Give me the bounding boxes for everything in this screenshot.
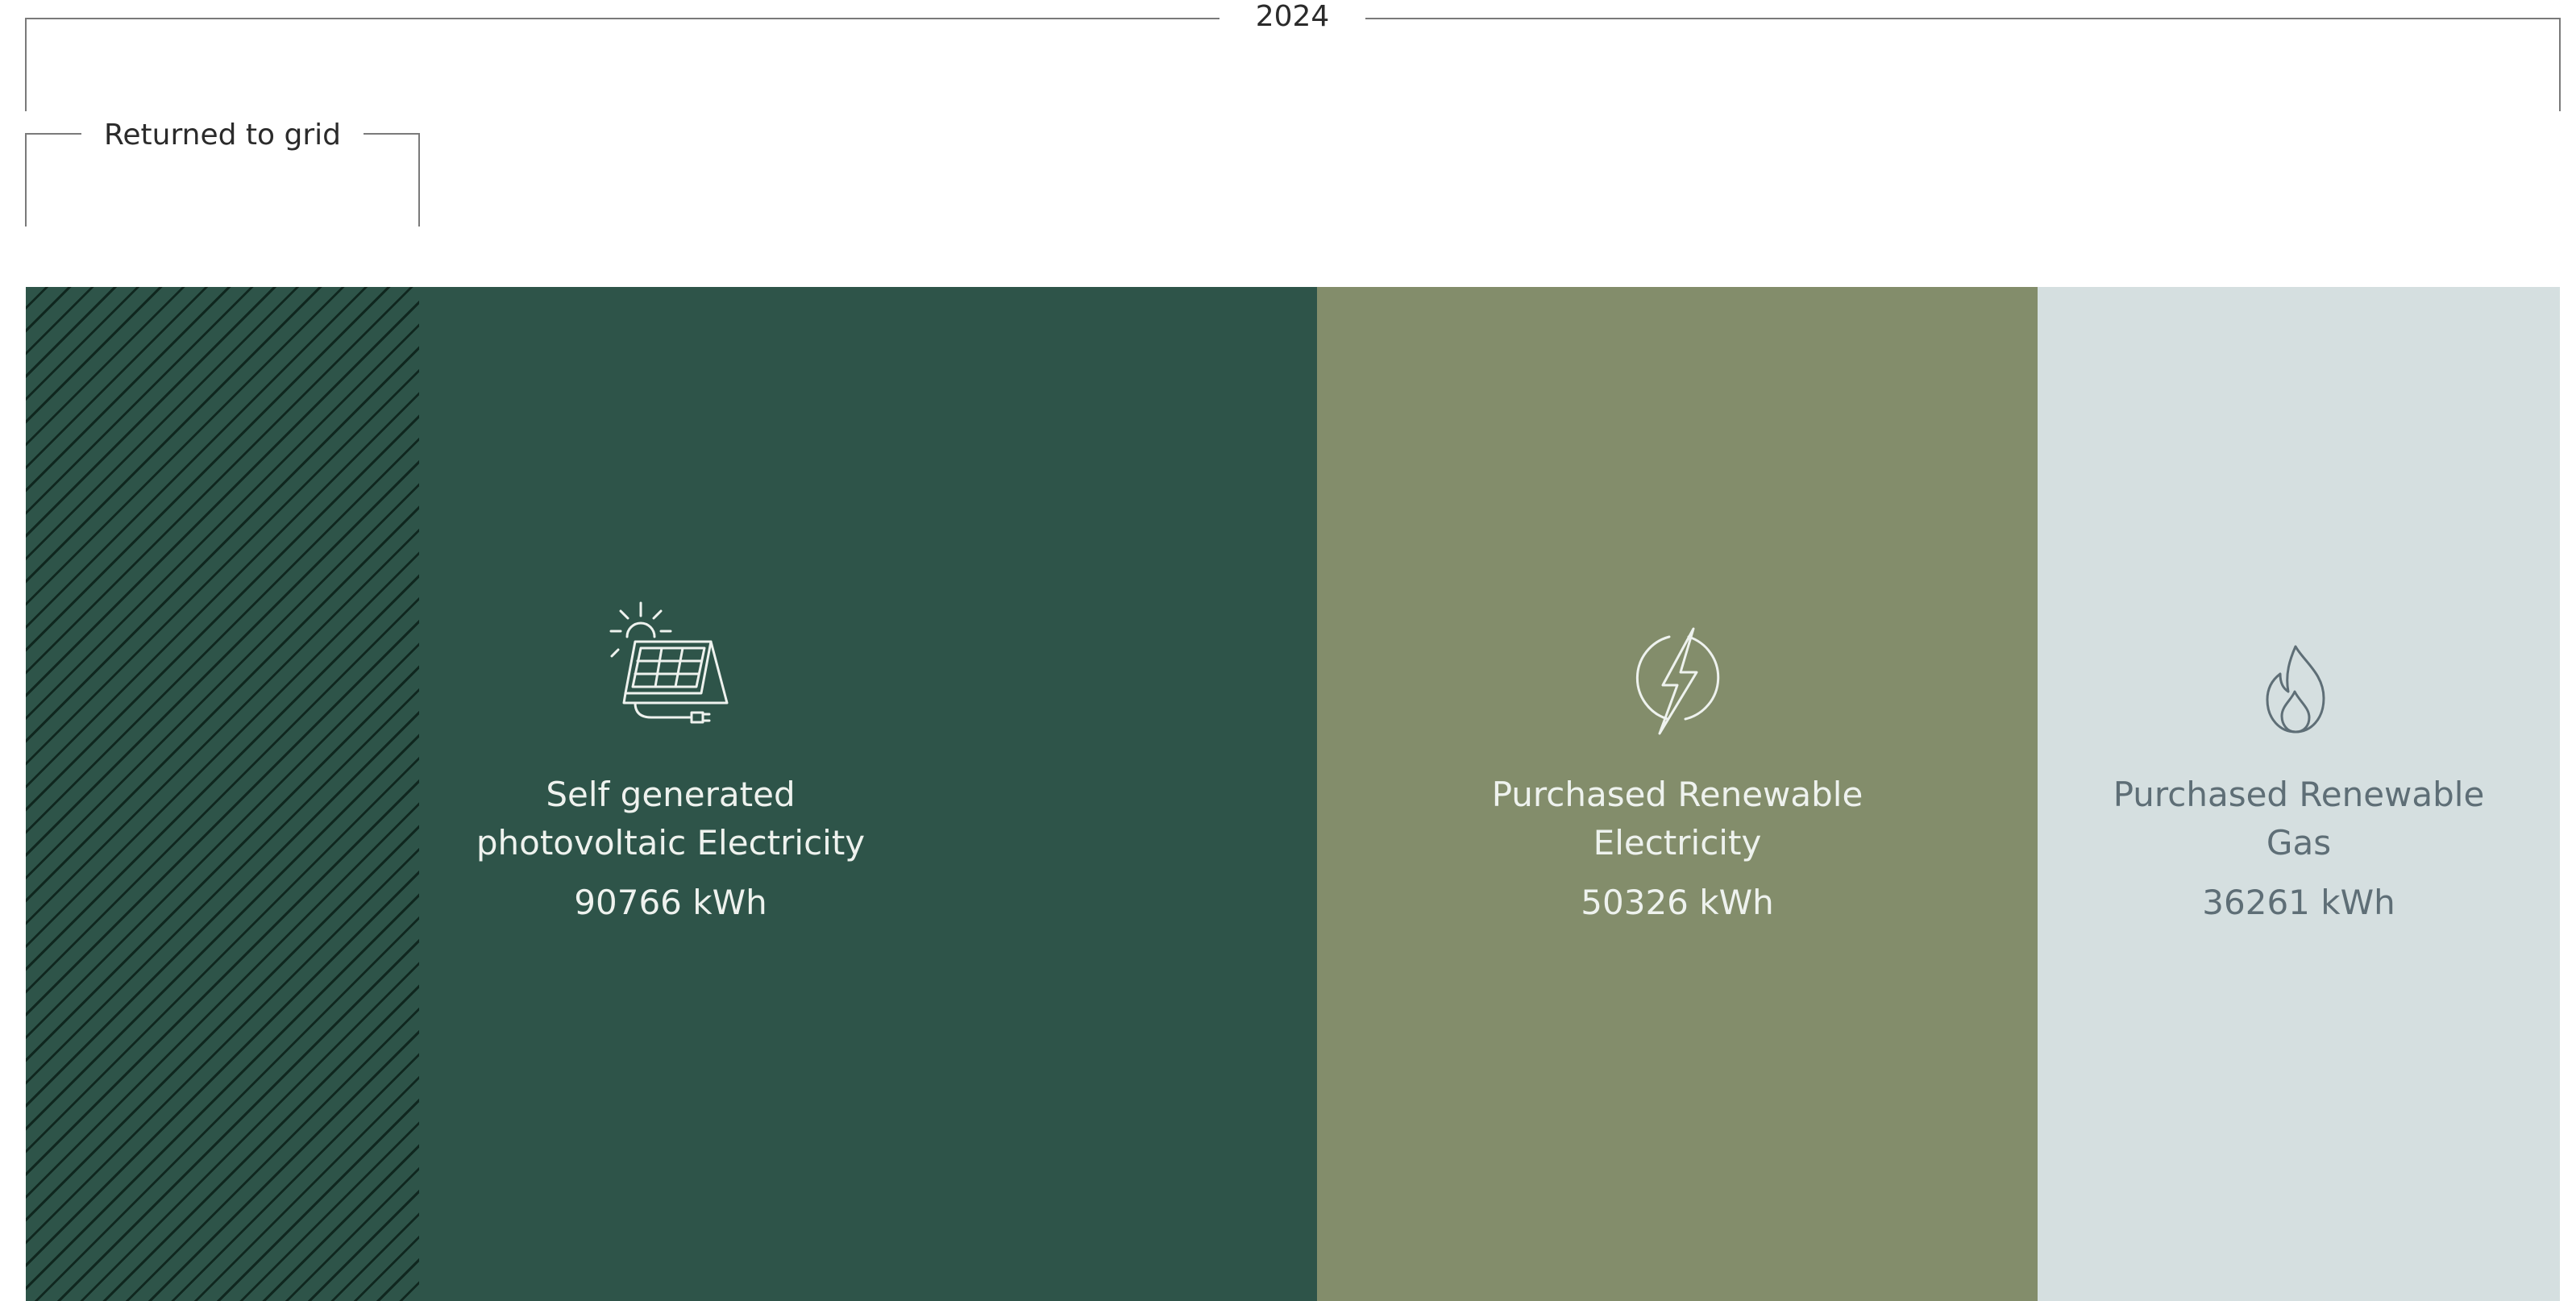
year-bracket-right-tick: [2559, 18, 2561, 111]
flame-icon: [2259, 642, 2332, 738]
grid-bracket-right-tick: [418, 133, 420, 227]
value-purchased-renewable-electricity: 50326 kWh: [1581, 883, 1774, 922]
value-purchased-renewable-gas: 36261 kWh: [2202, 883, 2395, 922]
label-purchased-renewable-gas: Purchased Renewable Gas 36261 kWh: [2073, 771, 2524, 927]
returned-to-grid-hatch: [26, 287, 419, 1301]
label-purchased-renewable-gas-line1: Purchased Renewable: [2113, 775, 2485, 814]
label-purchased-renewable-electricity: Purchased Renewable Electricity 50326 kW…: [1452, 771, 1903, 927]
grid-bracket-line-left: [25, 133, 81, 135]
grid-bracket-left-tick: [25, 133, 27, 227]
label-self-generated-pv-line2: photovoltaic Electricity: [476, 823, 866, 862]
label-purchased-renewable-gas-line2: Gas: [2266, 823, 2332, 862]
year-bracket-line-right: [1365, 18, 2560, 19]
label-purchased-renewable-electricity-line1: Purchased Renewable: [1491, 775, 1863, 814]
returned-to-grid-label: Returned to grid: [104, 118, 341, 152]
year-bracket-left-tick: [25, 18, 27, 111]
label-purchased-renewable-electricity-line2: Electricity: [1593, 823, 1762, 862]
year-bracket-line-left: [25, 18, 1219, 19]
year-label: 2024: [1255, 0, 1330, 33]
lightning-bolt-icon: [1629, 626, 1726, 738]
label-self-generated-pv-line1: Self generated: [546, 775, 796, 814]
grid-bracket-line-right: [364, 133, 420, 135]
value-self-generated-pv: 90766 kWh: [574, 883, 767, 922]
label-self-generated-pv: Self generated photovoltaic Electricity …: [445, 771, 896, 927]
solar-panel-icon: [603, 596, 738, 738]
